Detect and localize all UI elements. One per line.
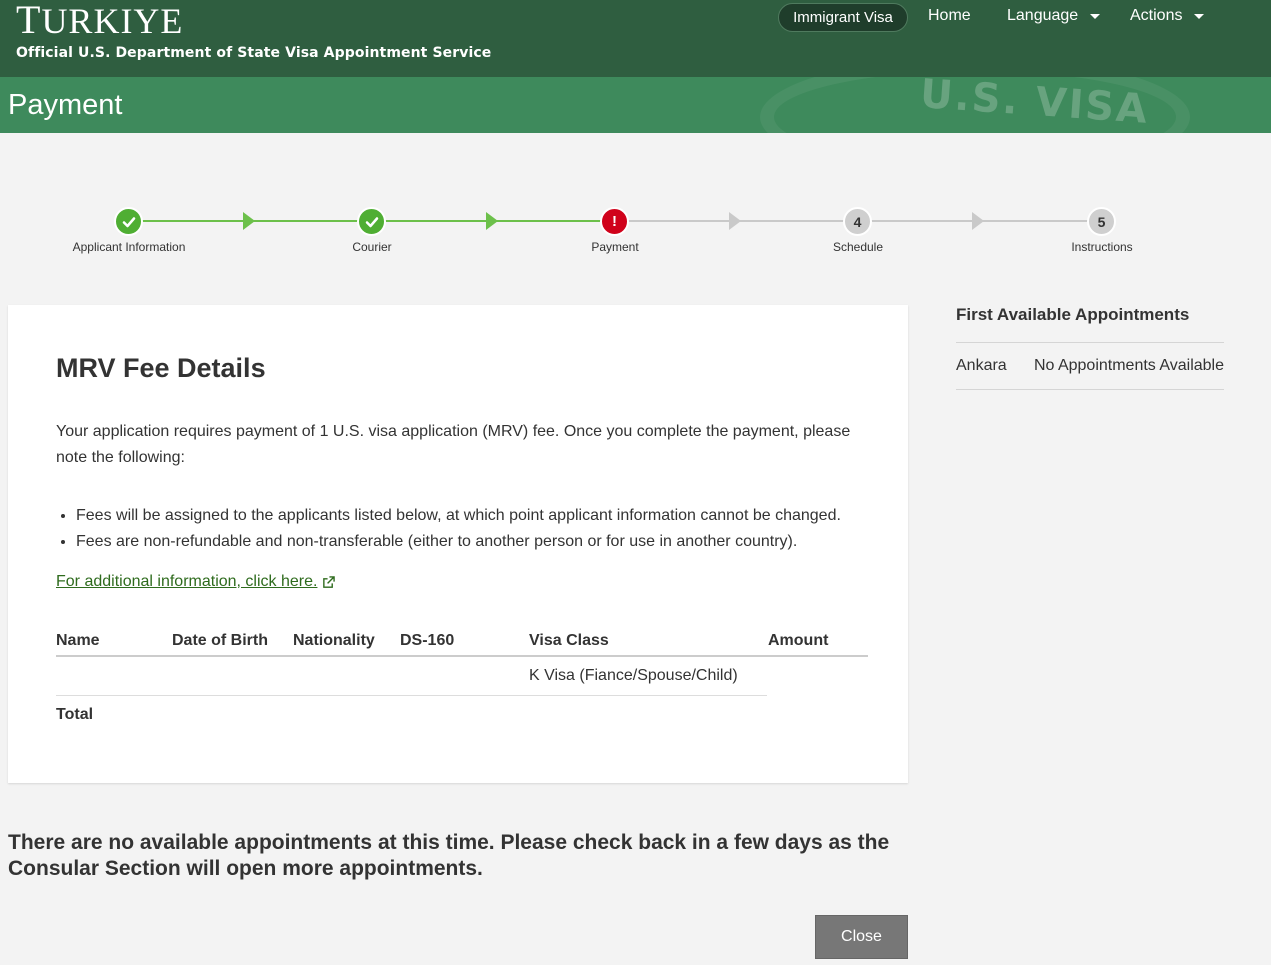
list-item: Fees are non-refundable and non-transfer… — [76, 529, 841, 555]
table-row: K Visa (Fiance/Spouse/Child) — [56, 657, 767, 696]
column-header: Visa Class — [529, 632, 609, 649]
top-bar: TURKIYE Official U.S. Department of Stat… — [0, 0, 1271, 77]
step-label: Applicant Information — [72, 240, 186, 254]
no-appointments-notice: There are no available appointments at t… — [8, 831, 890, 880]
column-header: Name — [56, 632, 100, 649]
step-arrow-icon — [243, 212, 255, 230]
nav-actions[interactable]: Actions — [1130, 7, 1205, 25]
nav-language[interactable]: Language — [1007, 7, 1101, 25]
chevron-down-icon — [1194, 13, 1205, 19]
list-item: Fees will be assigned to the applicants … — [76, 503, 841, 529]
column-header: Date of Birth — [172, 632, 268, 649]
step-schedule: 4 — [843, 207, 872, 236]
title-bar: U.S. VISA Payment — [0, 77, 1271, 133]
fee-notes-list: Fees will be assigned to the applicants … — [76, 503, 841, 555]
nav-actions-label: Actions — [1130, 7, 1183, 24]
list-item: Ankara No Appointments Available — [956, 343, 1224, 390]
table-header: Name Date of Birth Nationality DS-160 Vi… — [56, 629, 868, 657]
fee-heading: MRV Fee Details — [56, 353, 266, 383]
step-label: Schedule — [832, 240, 884, 254]
side-panel-title: First Available Appointments — [956, 305, 1224, 343]
nav-home[interactable]: Home — [928, 7, 971, 25]
progress-stepper: ! 4 5 Applicant Information Courier Paym… — [0, 200, 1271, 270]
nav-language-label: Language — [1007, 7, 1079, 24]
appointment-city: Ankara — [956, 357, 1007, 374]
chevron-down-icon — [1090, 13, 1101, 19]
page-title: Payment — [8, 89, 123, 121]
site-subtitle: Official U.S. Department of State Visa A… — [16, 45, 492, 61]
nav-home-label: Home — [928, 7, 971, 24]
checkmark-icon — [365, 216, 378, 227]
step-courier — [357, 207, 386, 236]
column-header: DS-160 — [400, 632, 455, 649]
external-link-icon — [323, 575, 336, 588]
first-available-panel: First Available Appointments Ankara No A… — [956, 305, 1224, 390]
country-title: TURKIYE — [16, 0, 184, 42]
step-payment: ! — [600, 207, 629, 236]
fee-details-card: MRV Fee Details Your application require… — [8, 305, 908, 783]
cell-visa-class: K Visa (Fiance/Spouse/Child) — [529, 667, 738, 684]
checkmark-icon — [122, 216, 135, 227]
column-header: Amount — [768, 632, 829, 649]
fee-intro: Your application requires payment of 1 U… — [56, 423, 851, 466]
appointment-status: No Appointments Available — [1033, 357, 1224, 374]
step-label: Instructions — [1071, 240, 1133, 254]
nav-immigrant-visa[interactable]: Immigrant Visa — [778, 3, 908, 32]
table-total-row: Total — [56, 696, 868, 732]
step-arrow-icon — [486, 212, 498, 230]
close-button[interactable]: Close — [815, 915, 908, 959]
total-label: Total — [56, 706, 94, 723]
step-label: Courier — [352, 240, 392, 254]
step-applicant-information — [114, 207, 143, 236]
fee-table: Name Date of Birth Nationality DS-160 Vi… — [56, 629, 868, 732]
additional-info-link-label: For additional information, click here. — [56, 573, 318, 590]
additional-info-link[interactable]: For additional information, click here. — [56, 573, 336, 591]
step-arrow-icon — [972, 212, 984, 230]
step-instructions: 5 — [1087, 207, 1116, 236]
column-header: Nationality — [293, 632, 375, 649]
step-arrow-icon — [729, 212, 741, 230]
step-label: Payment — [591, 240, 639, 254]
